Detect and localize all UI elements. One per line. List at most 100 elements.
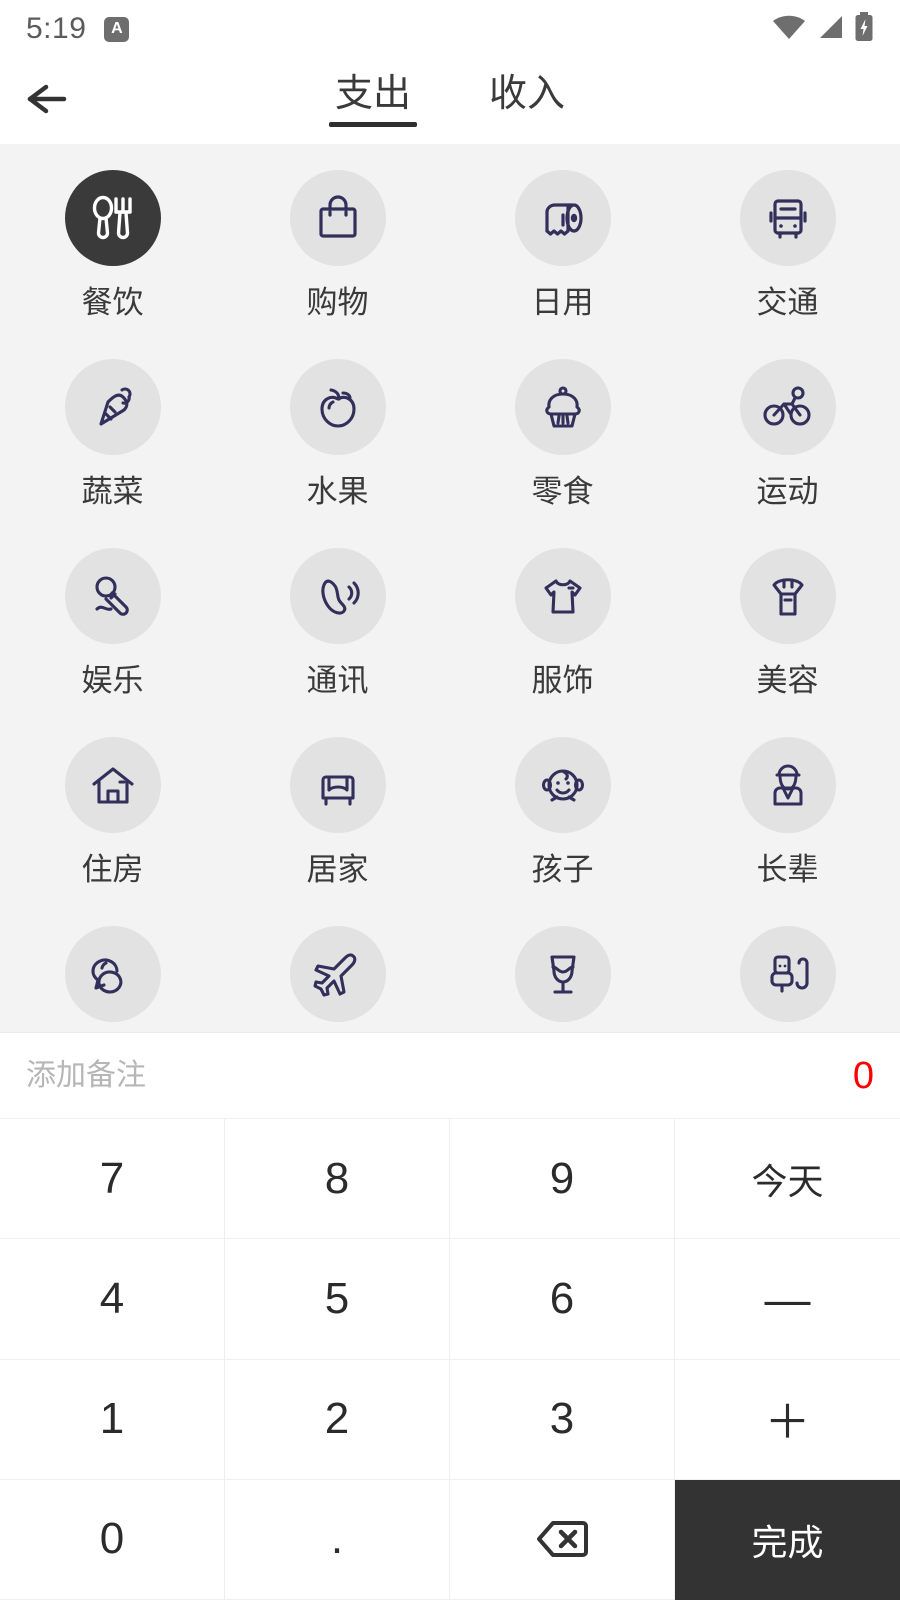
key-4[interactable]: 4 [0, 1239, 225, 1360]
category-item-digital[interactable] [675, 926, 900, 1032]
category-label: 娱乐 [81, 663, 144, 698]
status-time: 5:19 [26, 12, 87, 45]
tab-income[interactable]: 收入 [483, 75, 571, 127]
bicycle-icon [761, 380, 815, 434]
category-label: 孩子 [531, 852, 594, 887]
elder-person-icon [761, 758, 815, 812]
category-label: 长辈 [756, 852, 819, 887]
category-item-home[interactable]: 居家 [225, 737, 450, 926]
category-grid-scroll[interactable]: 餐饮 购物 日用 交通 蔬菜 水果 零食 运动 娱乐 通讯 服饰 美容 住房 居… [0, 144, 900, 1032]
key-0[interactable]: 0 [0, 1479, 225, 1600]
apple-icon [311, 380, 365, 434]
category-icon-circle [739, 737, 836, 833]
key-7[interactable]: 7 [0, 1119, 225, 1240]
key-6[interactable]: 6 [450, 1239, 675, 1360]
note-input[interactable] [26, 1058, 835, 1093]
category-item-beauty[interactable]: 美容 [675, 548, 900, 737]
category-icon-circle [514, 926, 611, 1022]
category-label: 交通 [756, 285, 819, 320]
category-icon-circle [739, 170, 836, 266]
category-item-housing[interactable]: 住房 [0, 737, 225, 926]
usb-cable-icon [761, 947, 815, 1001]
category-label: 住房 [81, 852, 144, 887]
category-item-daily[interactable]: 日用 [450, 170, 675, 359]
category-icon-circle [64, 170, 161, 266]
category-label: 通讯 [306, 663, 369, 698]
category-icon-circle [514, 170, 611, 266]
app-header: 支出 收入 [0, 58, 900, 144]
microphone-icon [86, 569, 140, 623]
category-label: 美容 [756, 663, 819, 698]
chat-bubbles-icon [86, 947, 140, 1001]
house-icon [86, 758, 140, 812]
back-arrow-icon [24, 79, 72, 124]
sofa-icon [311, 758, 365, 812]
category-item-social[interactable] [0, 926, 225, 1032]
category-icon-circle [739, 926, 836, 1022]
status-bar-right [772, 11, 874, 47]
tab-bar: 支出 收入 [0, 58, 900, 144]
category-icon-circle [64, 548, 161, 644]
backspace-icon [535, 1519, 589, 1559]
category-item-alcohol[interactable] [450, 926, 675, 1032]
category-label: 蔬菜 [81, 474, 144, 509]
key-1[interactable]: 1 [0, 1359, 225, 1480]
category-icon-circle [289, 170, 386, 266]
category-icon-circle [289, 548, 386, 644]
toilet-paper-icon [536, 191, 590, 245]
lipstick-icon [761, 569, 815, 623]
category-grid: 餐饮 购物 日用 交通 蔬菜 水果 零食 运动 娱乐 通讯 服饰 美容 住房 居… [0, 144, 900, 1032]
tab-expense[interactable]: 支出 [328, 75, 418, 127]
category-icon-circle [514, 359, 611, 455]
category-item-elders[interactable]: 长辈 [675, 737, 900, 926]
category-label: 日用 [531, 285, 594, 320]
category-item-entertainment[interactable]: 娱乐 [0, 548, 225, 737]
key-decimal[interactable]: . [225, 1479, 450, 1600]
key-plus[interactable]: ＋ [675, 1359, 900, 1480]
key-backspace[interactable] [450, 1479, 675, 1600]
key-9[interactable]: 9 [450, 1119, 675, 1240]
category-item-vegetables[interactable]: 蔬菜 [0, 359, 225, 548]
battery-charging-icon [854, 11, 874, 47]
a-badge-icon: A [104, 16, 130, 42]
category-icon-circle [739, 548, 836, 644]
category-icon-circle [64, 359, 161, 455]
cupcake-icon [536, 380, 590, 434]
category-icon-circle [739, 359, 836, 455]
shopping-bag-icon [311, 191, 365, 245]
key-3[interactable]: 3 [450, 1359, 675, 1480]
category-label: 水果 [306, 474, 369, 509]
key-today[interactable]: 今天 [675, 1119, 900, 1240]
category-label: 购物 [306, 285, 369, 320]
key-8[interactable]: 8 [225, 1119, 450, 1240]
category-item-snacks[interactable]: 零食 [450, 359, 675, 548]
cellular-signal-icon [816, 14, 844, 45]
note-row: 0 [0, 1032, 900, 1118]
category-item-transport[interactable]: 交通 [675, 170, 900, 359]
category-item-communication[interactable]: 通讯 [225, 548, 450, 737]
key-done[interactable]: 完成 [675, 1479, 900, 1600]
category-icon-circle [514, 737, 611, 833]
category-item-clothing[interactable]: 服饰 [450, 548, 675, 737]
key-5[interactable]: 5 [225, 1239, 450, 1360]
baby-face-icon [536, 758, 590, 812]
wine-glass-icon [536, 947, 590, 1001]
category-label: 零食 [531, 474, 594, 509]
numeric-keypad: 7 8 9 今天 4 5 6 — 1 2 3 ＋ 0 . 完成 [0, 1118, 900, 1600]
key-2[interactable]: 2 [225, 1359, 450, 1480]
amount-display: 0 [852, 1054, 874, 1097]
expense-entry-screen: 5:19 A 支出 收入 餐饮 购物 日用 交通 蔬菜 水果 零食 运动 娱乐 … [0, 0, 900, 1600]
key-minus[interactable]: — [675, 1239, 900, 1360]
category-item-sports[interactable]: 运动 [675, 359, 900, 548]
category-item-travel[interactable] [225, 926, 450, 1032]
category-item-fruit[interactable]: 水果 [225, 359, 450, 548]
tshirt-icon [536, 569, 590, 623]
category-label: 居家 [306, 852, 369, 887]
category-item-child[interactable]: 孩子 [450, 737, 675, 926]
category-item-shopping[interactable]: 购物 [225, 170, 450, 359]
category-item-dining[interactable]: 餐饮 [0, 170, 225, 359]
category-icon-circle [289, 359, 386, 455]
phone-handset-icon [311, 569, 365, 623]
spoon-fork-icon [86, 191, 140, 245]
back-button[interactable] [0, 58, 96, 144]
